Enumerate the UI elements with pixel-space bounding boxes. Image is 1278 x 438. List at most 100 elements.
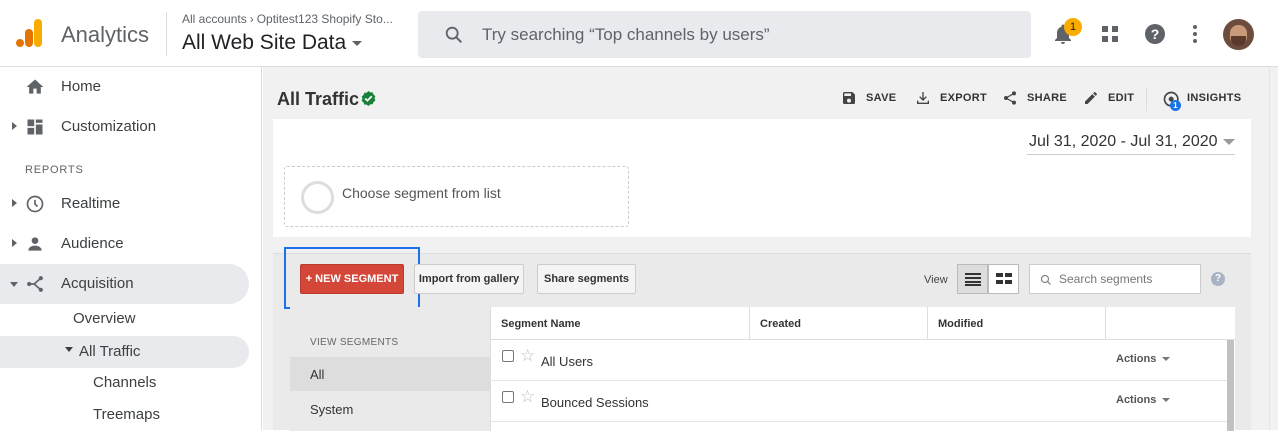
chevron-down-icon[interactable] bbox=[1223, 139, 1235, 145]
sidebar-sub-all-traffic[interactable]: All Traffic bbox=[0, 336, 249, 368]
chevron-down-icon bbox=[1162, 357, 1171, 362]
toolbar-divider bbox=[1146, 87, 1147, 111]
home-icon bbox=[26, 79, 44, 94]
segment-category-system[interactable]: System bbox=[290, 392, 490, 426]
search-bar[interactable]: Try searching “Top channels by users” bbox=[418, 11, 1031, 58]
avatar[interactable] bbox=[1223, 19, 1254, 50]
star-icon[interactable]: ☆ bbox=[520, 346, 535, 366]
table-row: ☆ Bounced Sessions Actions bbox=[491, 381, 1227, 422]
person-icon bbox=[28, 237, 42, 251]
segment-picker[interactable]: Choose segment from list bbox=[284, 166, 629, 227]
table-row: ☆ All Users Actions bbox=[491, 340, 1227, 381]
segment-name[interactable]: All Users bbox=[541, 354, 593, 369]
share-segments-button[interactable]: Share segments bbox=[537, 264, 636, 294]
column-header-created[interactable]: Created bbox=[750, 307, 928, 340]
expand-arrow-icon[interactable] bbox=[12, 122, 17, 130]
breadcrumb[interactable]: All accounts › Optitest123 Shopify Sto... bbox=[182, 12, 410, 26]
breadcrumb-property[interactable]: Optitest123 Shopify Sto... bbox=[257, 12, 393, 26]
sidebar-item-label: Realtime bbox=[61, 195, 121, 212]
sidebar-sub-treemaps[interactable]: Treemaps bbox=[93, 406, 160, 438]
sidebar-item-label: Acquisition bbox=[61, 275, 134, 292]
column-label: Created bbox=[760, 318, 801, 330]
save-icon bbox=[843, 92, 855, 104]
breadcrumb-separator: › bbox=[249, 12, 254, 26]
segment-category-all[interactable]: All bbox=[290, 357, 490, 391]
view-selector[interactable]: All Web Site Data bbox=[182, 31, 363, 55]
column-label: Segment Name bbox=[501, 318, 581, 330]
search-placeholder: Try searching “Top channels by users” bbox=[482, 25, 770, 44]
sidebar-item-home[interactable]: Home bbox=[0, 67, 249, 107]
date-range-picker[interactable]: Jul 31, 2020 - Jul 31, 2020 bbox=[1029, 133, 1218, 151]
column-header-name[interactable]: Segment Name bbox=[491, 307, 750, 340]
sidebar-sub-label: All Traffic bbox=[79, 343, 141, 360]
sidebar-sub-channels[interactable]: Channels bbox=[93, 374, 156, 406]
customization-icon bbox=[27, 119, 43, 135]
help-icon[interactable]: ? bbox=[1143, 22, 1167, 46]
sidebar-item-label: Audience bbox=[61, 235, 124, 252]
sidebar-item-label: Home bbox=[61, 78, 102, 95]
acquisition-icon bbox=[27, 276, 43, 292]
top-bar: Analytics All accounts › Optitest123 Shopi… bbox=[0, 0, 1278, 67]
edit-label: EDIT bbox=[1108, 92, 1135, 104]
apps-grid-icon[interactable] bbox=[1098, 22, 1122, 46]
actions-dropdown[interactable]: Actions bbox=[1116, 394, 1171, 406]
reports-section-label: REPORTS bbox=[25, 164, 84, 176]
segment-categories: VIEW SEGMENTS All System bbox=[290, 307, 490, 431]
chevron-down-icon bbox=[352, 40, 363, 46]
help-icon[interactable]: ? bbox=[1211, 272, 1225, 286]
table-scrollbar[interactable] bbox=[1227, 340, 1234, 431]
actions-dropdown[interactable]: Actions bbox=[1116, 353, 1171, 365]
expand-arrow-icon[interactable] bbox=[12, 199, 17, 207]
import-gallery-button[interactable]: Import from gallery bbox=[414, 264, 524, 294]
column-header-actions bbox=[1106, 307, 1236, 340]
analytics-logo-icon[interactable] bbox=[14, 19, 44, 49]
new-segment-button[interactable]: + NEW SEGMENT bbox=[300, 264, 404, 294]
row-checkbox[interactable] bbox=[502, 350, 514, 362]
verified-check-icon bbox=[361, 91, 376, 106]
sidebar: Home Customization REPORTS Realtime Audi… bbox=[0, 67, 262, 430]
search-segments-placeholder: Search segments bbox=[1059, 272, 1153, 286]
sidebar-item-acquisition[interactable]: Acquisition bbox=[0, 264, 249, 304]
insights-label: INSIGHTS bbox=[1187, 92, 1242, 104]
column-label: Modified bbox=[938, 318, 984, 330]
download-icon bbox=[917, 92, 929, 104]
grid-view-button[interactable] bbox=[988, 264, 1019, 294]
list-view-button[interactable] bbox=[957, 264, 988, 294]
export-label: EXPORT bbox=[940, 92, 988, 104]
list-view-icon bbox=[965, 273, 981, 286]
column-header-modified[interactable]: Modified bbox=[928, 307, 1106, 340]
search-icon bbox=[1040, 274, 1051, 285]
pencil-icon bbox=[1085, 92, 1097, 104]
grid-view-icon bbox=[996, 273, 1012, 284]
collapse-arrow-icon[interactable] bbox=[10, 282, 18, 287]
category-label: System bbox=[310, 402, 354, 417]
breadcrumb-account[interactable]: All accounts bbox=[182, 12, 247, 26]
search-icon bbox=[445, 26, 463, 44]
date-underline bbox=[1027, 154, 1235, 155]
view-label: View bbox=[924, 274, 948, 286]
sidebar-item-realtime[interactable]: Realtime bbox=[0, 184, 249, 224]
search-segments-input[interactable]: Search segments bbox=[1029, 264, 1201, 294]
view-name: All Web Site Data bbox=[182, 31, 347, 54]
expand-arrow-icon[interactable] bbox=[12, 239, 17, 247]
more-vert-icon[interactable] bbox=[1183, 22, 1207, 46]
sidebar-item-customization[interactable]: Customization bbox=[0, 107, 249, 147]
segment-circle-icon bbox=[301, 181, 334, 214]
share-icon bbox=[1004, 91, 1016, 105]
row-checkbox[interactable] bbox=[502, 391, 514, 403]
notification-badge: 1 bbox=[1064, 18, 1082, 36]
actions-label: Actions bbox=[1116, 394, 1157, 406]
actions-label: Actions bbox=[1116, 353, 1157, 365]
app-name[interactable]: Analytics bbox=[61, 22, 149, 48]
page-scrollbar[interactable] bbox=[1269, 67, 1278, 430]
star-icon[interactable]: ☆ bbox=[520, 387, 535, 407]
date-segment-panel: Jul 31, 2020 - Jul 31, 2020 Choose segme… bbox=[273, 119, 1251, 237]
collapse-arrow-icon[interactable] bbox=[65, 347, 73, 352]
segment-panel: + NEW SEGMENT Import from gallery Share … bbox=[273, 247, 1251, 431]
share-label: SHARE bbox=[1027, 92, 1068, 104]
segment-placeholder: Choose segment from list bbox=[342, 185, 501, 201]
save-label: SAVE bbox=[866, 92, 897, 104]
segment-table: Segment Name Created Modified ☆ All User… bbox=[490, 307, 1236, 431]
sidebar-item-audience[interactable]: Audience bbox=[0, 224, 249, 264]
segment-name[interactable]: Bounced Sessions bbox=[541, 395, 649, 410]
